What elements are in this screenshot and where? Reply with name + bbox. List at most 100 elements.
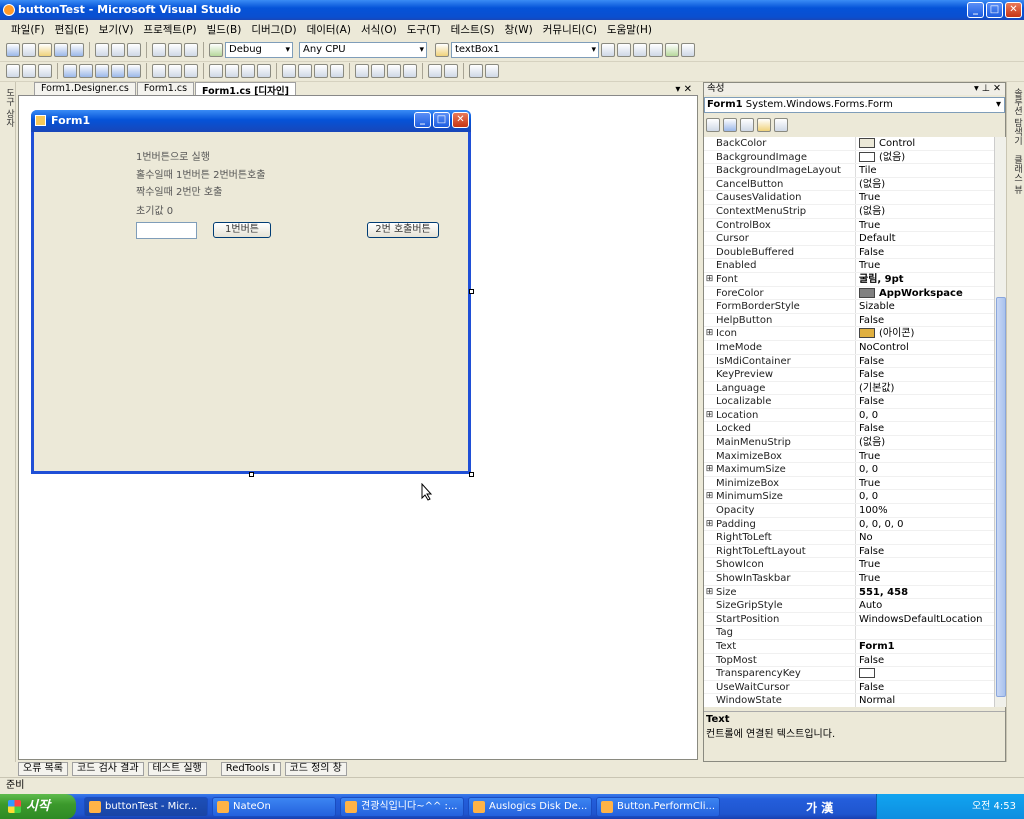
paste-icon[interactable] [127, 42, 141, 57]
property-value[interactable]: No [855, 531, 994, 544]
menu-project[interactable]: 프로젝트(P) [138, 22, 201, 37]
expand-icon[interactable]: ⊞ [704, 586, 715, 599]
make-same-width-icon[interactable] [127, 63, 141, 78]
taskbar-item-auslogics[interactable]: Auslogics Disk De... [468, 797, 592, 817]
lock-controls-icon[interactable] [428, 63, 442, 78]
button2[interactable]: 2번 호출버튼 [367, 222, 439, 238]
menu-format[interactable]: 서식(O) [356, 22, 402, 37]
tab-dropdown-close-icon[interactable]: ▾ ✕ [675, 84, 692, 95]
property-value[interactable]: Form1 [855, 639, 994, 653]
property-row[interactable]: BackgroundImageLayout Tile [704, 164, 994, 178]
property-row[interactable]: ⊞ Location 0, 0 [704, 408, 994, 423]
minimize-button[interactable]: _ [967, 2, 984, 18]
resize-handle-corner[interactable] [469, 472, 474, 477]
property-value[interactable]: True [855, 449, 994, 463]
hspacing-equal-icon[interactable] [209, 63, 223, 78]
tab-form1-design[interactable]: Form1.cs [디자인] [195, 82, 296, 97]
property-row[interactable]: MinimizeBox True [704, 476, 994, 491]
expand-icon[interactable]: ⊞ [704, 327, 715, 340]
make-same-size-icon[interactable] [168, 63, 182, 78]
class-view-tab[interactable]: 클래스 뷰 [1011, 155, 1024, 194]
property-value[interactable]: True [855, 572, 994, 585]
add-item-icon[interactable] [22, 42, 36, 57]
property-value[interactable]: Sizable [855, 300, 994, 313]
taskbar-item-vs[interactable]: buttonTest - Micr... [84, 797, 208, 817]
properties-object-selector[interactable]: Form1 System.Windows.Forms.Form ▾ [704, 97, 1005, 113]
solution-config-combo[interactable]: Debug [225, 41, 293, 58]
property-row[interactable]: ⊞ Icon (아이콘) [704, 327, 994, 341]
expand-icon[interactable]: ⊞ [704, 518, 715, 531]
property-row[interactable]: BackColor Control [704, 137, 994, 151]
align-grid-icon[interactable] [6, 63, 20, 78]
label-4[interactable]: 초기값 0 [136, 202, 173, 217]
taskbar-item-nateon[interactable]: NateOn [212, 797, 336, 817]
property-row[interactable]: UseWaitCursor False [704, 680, 994, 695]
property-value[interactable]: Default [855, 232, 994, 245]
textbox1[interactable] [136, 222, 197, 239]
redo-icon[interactable] [168, 42, 182, 57]
property-value[interactable]: 551, 458 [855, 585, 994, 599]
size-to-grid-icon[interactable] [184, 63, 198, 78]
save-all-icon[interactable] [70, 42, 84, 57]
property-row[interactable]: DoubleBuffered False [704, 245, 994, 260]
property-value[interactable]: Control [855, 137, 994, 150]
property-row[interactable]: Text Form1 [704, 639, 994, 654]
property-row[interactable]: Tag [704, 626, 994, 640]
property-value[interactable]: (아이콘) [855, 327, 994, 340]
clock[interactable]: 오전 4:53 [972, 801, 1016, 812]
resize-handle-bottom[interactable] [249, 472, 254, 477]
property-value[interactable] [855, 626, 994, 639]
vspacing-remove-icon[interactable] [330, 63, 344, 78]
property-row[interactable]: CausesValidation True [704, 191, 994, 205]
events-icon[interactable] [757, 118, 771, 132]
vspacing-increase-icon[interactable] [298, 63, 312, 78]
hspacing-remove-icon[interactable] [257, 63, 271, 78]
property-row[interactable]: Cursor Default [704, 232, 994, 246]
property-value[interactable]: False [855, 354, 994, 368]
expand-icon[interactable]: ⊞ [704, 463, 715, 476]
properties-icon[interactable] [617, 42, 631, 57]
property-row[interactable]: Localizable False [704, 395, 994, 409]
property-row[interactable]: ShowIcon True [704, 558, 994, 572]
property-value[interactable]: Normal [855, 694, 994, 707]
align-rights-icon[interactable] [63, 63, 77, 78]
expand-icon[interactable]: ⊞ [704, 490, 715, 503]
menu-file[interactable]: 파일(F) [6, 22, 50, 37]
label-3[interactable]: 짝수일때 2번만 호출 [136, 183, 222, 198]
property-value[interactable]: False [855, 313, 994, 327]
start-debug-icon[interactable] [209, 42, 223, 57]
expand-icon[interactable]: ⊞ [704, 273, 715, 286]
property-value[interactable]: (기본값) [855, 381, 994, 395]
solution-explorer-icon[interactable] [601, 42, 615, 57]
categorized-icon[interactable] [706, 118, 720, 132]
find-combo[interactable]: textBox1 [451, 41, 599, 58]
align-lefts-icon[interactable] [22, 63, 36, 78]
property-row[interactable]: SizeGripStyle Auto [704, 599, 994, 613]
menu-window[interactable]: 창(W) [500, 22, 538, 37]
property-value[interactable]: 굴림, 9pt [855, 272, 994, 286]
menu-edit[interactable]: 편집(E) [50, 22, 94, 37]
menu-help[interactable]: 도움말(H) [602, 22, 657, 37]
make-same-height-icon[interactable] [152, 63, 166, 78]
property-value[interactable]: NoControl [855, 340, 994, 354]
property-row[interactable]: Locked False [704, 422, 994, 437]
property-row[interactable]: ⊞ Size 551, 458 [704, 585, 994, 600]
property-value[interactable]: False [855, 368, 994, 381]
vspacing-equal-icon[interactable] [282, 63, 296, 78]
save-icon[interactable] [54, 42, 68, 57]
property-value[interactable]: False [855, 544, 994, 558]
tab-form1-cs[interactable]: Form1.cs [136, 82, 195, 95]
menu-community[interactable]: 커뮤니티(C) [538, 22, 602, 37]
tab-form1-designer-cs[interactable]: Form1.Designer.cs [34, 82, 136, 95]
property-row[interactable]: ⊞ MaximumSize 0, 0 [704, 463, 994, 477]
property-value[interactable]: (없음) [855, 204, 994, 218]
navigate-icon[interactable] [184, 42, 198, 57]
tab-order-icon[interactable] [444, 63, 458, 78]
property-value[interactable]: 100% [855, 504, 994, 517]
property-row[interactable]: CancelButton (없음) [704, 177, 994, 192]
menu-view[interactable]: 보기(V) [94, 22, 139, 37]
property-value[interactable]: 0, 0, 0, 0 [855, 517, 994, 531]
property-value[interactable]: Tile [855, 164, 994, 177]
property-row[interactable]: ControlBox True [704, 218, 994, 233]
property-row[interactable]: StartPosition WindowsDefaultLocation [704, 612, 994, 627]
